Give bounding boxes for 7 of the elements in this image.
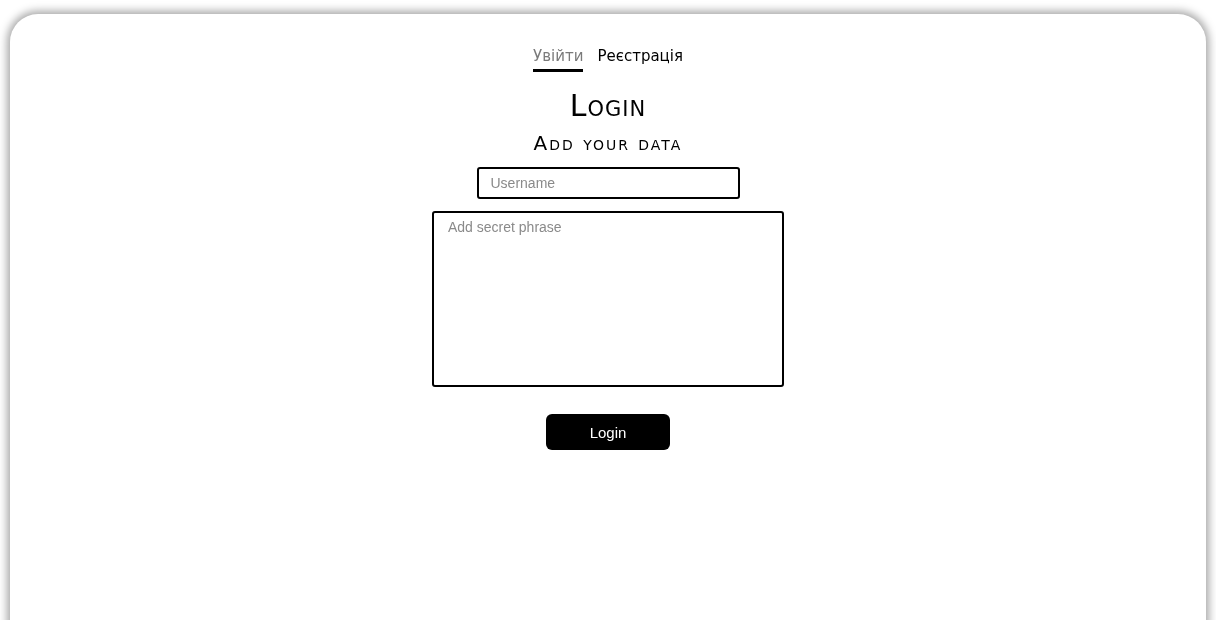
- page-title: Login: [569, 88, 647, 123]
- username-field[interactable]: Username: [476, 167, 740, 199]
- subtitle: Add your data: [533, 131, 683, 155]
- tab[interactable]: Увійти: [533, 47, 584, 72]
- secret-phrase-field[interactable]: Add secret phrase: [432, 211, 784, 387]
- login-button[interactable]: Login: [546, 414, 670, 450]
- tab[interactable]: Реєстрація: [597, 47, 683, 72]
